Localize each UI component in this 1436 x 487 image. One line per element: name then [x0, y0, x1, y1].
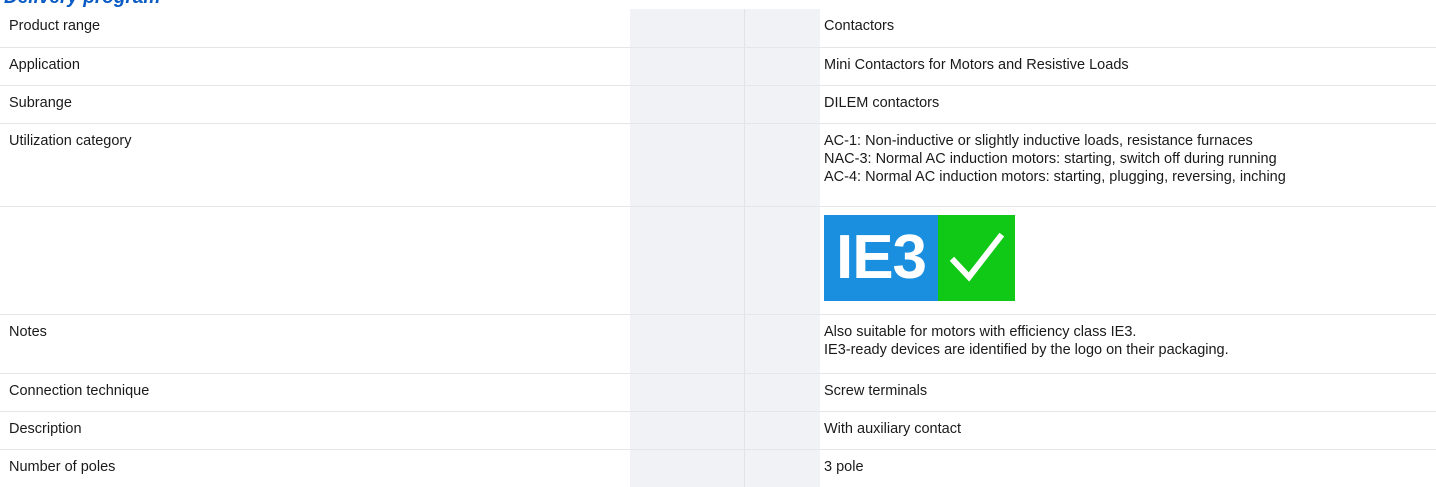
- row-label: Notes: [9, 323, 47, 340]
- table-row: Notes Also suitable for motors with effi…: [0, 314, 1436, 374]
- row-value-line: AC-4: Normal AC induction motors: starti…: [824, 168, 1286, 185]
- row-value: DILEM contactors: [824, 94, 940, 111]
- row-label-cell: [0, 206, 630, 315]
- gutter-cell: [630, 314, 744, 374]
- table-row: IE3: [0, 206, 1436, 315]
- section-heading-clip: Delivery program: [0, 0, 1436, 8]
- row-value-cell: IE3: [820, 206, 1436, 315]
- gutter-cell: [743, 206, 820, 315]
- gutter-cell: [743, 373, 820, 412]
- table-row: Utilization category AC-1: Non-inductive…: [0, 123, 1436, 207]
- gutter-cell: [743, 9, 820, 48]
- row-value-line: Also suitable for motors with efficiency…: [824, 323, 1137, 340]
- gutter-cell: [743, 85, 820, 124]
- row-value-cell: 3 pole: [820, 449, 1436, 487]
- row-value: With auxiliary contact: [824, 420, 961, 437]
- gutter-cell: [743, 314, 820, 374]
- gutter-cell: [630, 449, 744, 487]
- gutter-cell: [630, 9, 744, 48]
- row-label-cell: Product range: [0, 9, 630, 48]
- gutter-cell: [743, 411, 820, 450]
- gutter-cell: [630, 123, 744, 207]
- row-label: Connection technique: [9, 382, 150, 399]
- table-row: Application Mini Contactors for Motors a…: [0, 47, 1436, 86]
- row-label: [0, 207, 630, 215]
- row-value-cell: Screw terminals: [820, 373, 1436, 412]
- gutter-cell: [743, 123, 820, 207]
- ie3-logo: IE3: [824, 214, 1015, 301]
- gutter-cell: [630, 206, 744, 315]
- row-label-cell: Utilization category: [0, 123, 630, 207]
- gutter-cell: [630, 411, 744, 450]
- row-value-cell: With auxiliary contact: [820, 411, 1436, 450]
- gutter-cell: [630, 47, 744, 86]
- row-label-cell: Connection technique: [0, 373, 630, 412]
- row-label-cell: Application: [0, 47, 630, 86]
- row-value-line: AC-1: Non-inductive or slightly inductiv…: [824, 132, 1253, 149]
- row-value-line: IE3-ready devices are identified by the …: [824, 341, 1229, 358]
- row-label: Description: [9, 420, 82, 437]
- table-row: Product range Contactors: [0, 9, 1436, 48]
- table-row: Connection technique Screw terminals: [0, 373, 1436, 412]
- ie3-logo-text: IE3: [824, 214, 938, 301]
- table-row: Description With auxiliary contact: [0, 411, 1436, 450]
- row-value-cell: DILEM contactors: [820, 85, 1436, 124]
- row-label-cell: Subrange: [0, 85, 630, 124]
- row-value-line: NAC-3: Normal AC induction motors: start…: [824, 150, 1277, 167]
- row-value-cell: Contactors: [820, 9, 1436, 48]
- row-label: Subrange: [9, 94, 72, 111]
- row-label-cell: Description: [0, 411, 630, 450]
- section-heading: Delivery program: [4, 0, 160, 8]
- row-label: Number of poles: [9, 458, 116, 475]
- spec-table: Product range Contactors Application Min…: [0, 9, 1436, 487]
- row-value: Screw terminals: [824, 382, 928, 399]
- gutter-cell: [743, 47, 820, 86]
- checkmark-icon: [938, 214, 1015, 301]
- table-row: Number of poles 3 pole: [0, 449, 1436, 487]
- row-value: Mini Contactors for Motors and Resistive…: [824, 56, 1129, 73]
- row-value-cell: Mini Contactors for Motors and Resistive…: [820, 47, 1436, 86]
- row-value-cell: Also suitable for motors with efficiency…: [820, 314, 1436, 374]
- row-value-cell: AC-1: Non-inductive or slightly inductiv…: [820, 123, 1436, 207]
- row-label: Application: [9, 56, 80, 73]
- row-value: Contactors: [824, 18, 895, 34]
- gutter-cell: [630, 85, 744, 124]
- gutter-cell: [630, 373, 744, 412]
- table-row: Subrange DILEM contactors: [0, 85, 1436, 124]
- row-value: 3 pole: [824, 458, 864, 475]
- row-label-cell: Number of poles: [0, 449, 630, 487]
- row-label: Utilization category: [9, 132, 132, 149]
- row-label-cell: Notes: [0, 314, 630, 374]
- row-label: Product range: [9, 18, 101, 34]
- gutter-cell: [743, 449, 820, 487]
